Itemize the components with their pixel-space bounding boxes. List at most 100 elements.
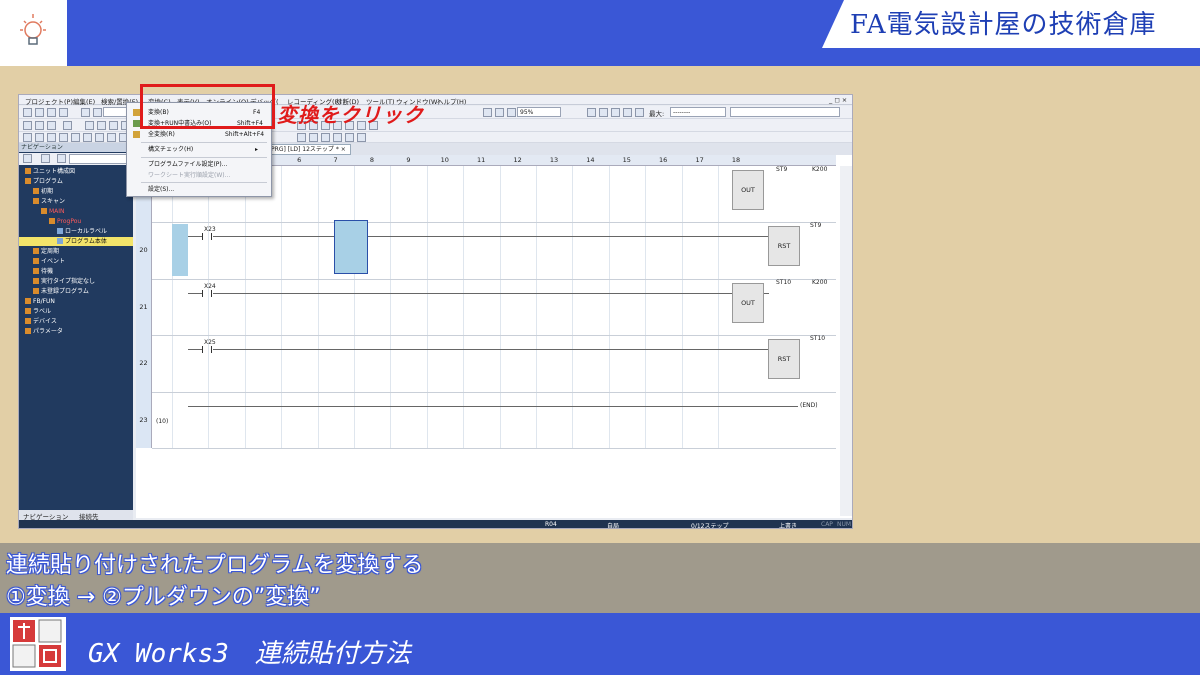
print-icon[interactable] [59, 108, 68, 117]
verify-icon[interactable] [47, 121, 56, 130]
menu-item-worksheet-order: ワークシート実行順設定(W)... [148, 172, 231, 179]
caption-line-2: ①変換 → ②プルダウンの”変換” [6, 585, 321, 610]
column-number: 10 [440, 156, 449, 164]
tree-item-program-body[interactable]: プログラム本体 [19, 237, 133, 246]
menu-help[interactable]: ヘルプ(H) [437, 96, 466, 106]
instruction-icon[interactable] [71, 133, 80, 142]
menu-project[interactable]: プロジェクト(P) [25, 96, 73, 106]
ladder-wire [213, 292, 769, 294]
program-icon[interactable] [635, 108, 644, 117]
row-number[interactable]: 23 [136, 391, 152, 448]
convert-icon [133, 109, 140, 116]
tree-item-standby[interactable]: 待機 [33, 267, 53, 276]
tree-item-fixed-scan[interactable]: 定周期 [33, 247, 59, 256]
tree-item-initial[interactable]: 初期 [33, 187, 53, 196]
rising-edge-icon[interactable] [107, 133, 116, 142]
zoom-combo[interactable]: 95% [517, 107, 561, 117]
ladder-tool-1-icon[interactable] [297, 133, 306, 142]
zoom-in-icon[interactable] [483, 108, 492, 117]
column-number: 18 [731, 156, 741, 164]
plc-logo-icon [10, 617, 66, 671]
tree-item-no-exec-type[interactable]: 実行タイプ指定なし [33, 277, 95, 286]
nav-gear-icon[interactable] [57, 154, 66, 163]
open-icon[interactable] [35, 108, 44, 117]
coil-icon[interactable] [59, 133, 68, 142]
coil-out[interactable]: OUT [732, 170, 764, 210]
folder-icon [33, 198, 39, 204]
pou-icon [49, 218, 55, 224]
parameter-icon [25, 328, 31, 334]
help-icon[interactable] [93, 108, 102, 117]
lightbulb-icon [20, 14, 46, 45]
max-combo[interactable]: -------- [670, 107, 726, 117]
run-icon[interactable] [623, 108, 632, 117]
tree-item-program[interactable]: プログラム [25, 177, 63, 186]
menu-item-settings[interactable]: 設定(S)... [129, 184, 269, 195]
menu-edit[interactable]: 編集(E) [73, 96, 95, 106]
vertical-scrollbar[interactable] [840, 166, 852, 516]
stop-run-icon[interactable] [63, 121, 72, 130]
tree-item-unit-config[interactable]: ユニット構成図 [25, 167, 75, 176]
ladder-tool-4-icon[interactable] [333, 133, 342, 142]
paste-icon[interactable] [109, 121, 118, 130]
ladder-tool-2-icon[interactable] [309, 133, 318, 142]
tree-item-main[interactable]: MAIN [41, 207, 65, 216]
undo-icon[interactable] [81, 108, 90, 117]
tree-item-progpou[interactable]: ProgPou [49, 217, 81, 226]
row-number[interactable]: 21 [136, 278, 152, 336]
search-combo[interactable] [730, 107, 840, 117]
folder-icon [33, 288, 39, 294]
cut-icon[interactable] [85, 121, 94, 130]
ladder-tool-5-icon[interactable] [345, 133, 354, 142]
monitor-icon[interactable] [587, 108, 596, 117]
read-icon[interactable] [23, 121, 32, 130]
tree-item-label[interactable]: ラベル [25, 307, 51, 316]
close-icon[interactable]: × [341, 146, 346, 153]
menu-item-convert-all[interactable]: 全変換(R) Shift+Alt+F4 [129, 129, 269, 140]
ladder-tool-3-icon[interactable] [321, 133, 330, 142]
coil-argument: ST10 [776, 278, 792, 286]
nc-contact-icon[interactable] [35, 133, 44, 142]
contact-symbol[interactable] [202, 233, 212, 241]
zoom-out-icon[interactable] [495, 108, 504, 117]
tree-item-parameter[interactable]: パラメータ [25, 327, 63, 336]
nav-expand-icon[interactable] [23, 154, 32, 163]
tree-item-device[interactable]: デバイス [25, 317, 57, 326]
contact-symbol[interactable] [202, 346, 212, 354]
hline-icon[interactable] [83, 133, 92, 142]
row-number[interactable]: 20 [136, 222, 152, 279]
tree-item-local-label[interactable]: ローカルラベル [57, 227, 107, 236]
or-contact-icon[interactable] [47, 133, 56, 142]
tree-item-event[interactable]: イベント [33, 257, 65, 266]
contact-symbol[interactable] [202, 289, 212, 297]
edit-cursor[interactable] [334, 220, 368, 275]
coil-rst[interactable]: RST [768, 339, 800, 380]
tree-item-scan[interactable]: スキャン [33, 197, 65, 206]
nav-collapse-icon[interactable] [41, 154, 50, 163]
stop-icon[interactable] [599, 108, 608, 117]
vline-icon[interactable] [95, 133, 104, 142]
zoom-fit-icon[interactable] [507, 108, 516, 117]
max-label: 最大: [649, 110, 665, 118]
menu-item-syntax-check[interactable]: 構文チェック(H) ▸ [129, 144, 269, 155]
write-icon[interactable] [35, 121, 44, 130]
coil-out[interactable]: OUT [732, 282, 764, 323]
row-number[interactable]: 22 [136, 335, 152, 392]
window-controls-icon[interactable]: _ ◻ × [829, 96, 847, 104]
contact-icon[interactable] [23, 133, 32, 142]
menu-separator [141, 142, 267, 143]
new-icon[interactable] [23, 108, 32, 117]
nav-filter-select[interactable]: すべて [69, 154, 129, 164]
end-instruction[interactable]: (END) [800, 402, 818, 409]
tree-item-unregistered[interactable]: 未登録プログラム [33, 287, 89, 296]
step-number: (10) [156, 417, 169, 425]
menu-item-program-file-settings[interactable]: プログラムファイル設定(P)... [129, 159, 269, 170]
row-divider [152, 278, 836, 280]
column-number: 15 [622, 156, 631, 164]
copy-icon[interactable] [97, 121, 106, 130]
ladder-tool-6-icon[interactable] [357, 133, 366, 142]
tree-item-fb-fun[interactable]: FB/FUN [25, 297, 55, 306]
save-icon[interactable] [47, 108, 56, 117]
coil-rst[interactable]: RST [768, 226, 800, 267]
check-icon[interactable] [611, 108, 620, 117]
